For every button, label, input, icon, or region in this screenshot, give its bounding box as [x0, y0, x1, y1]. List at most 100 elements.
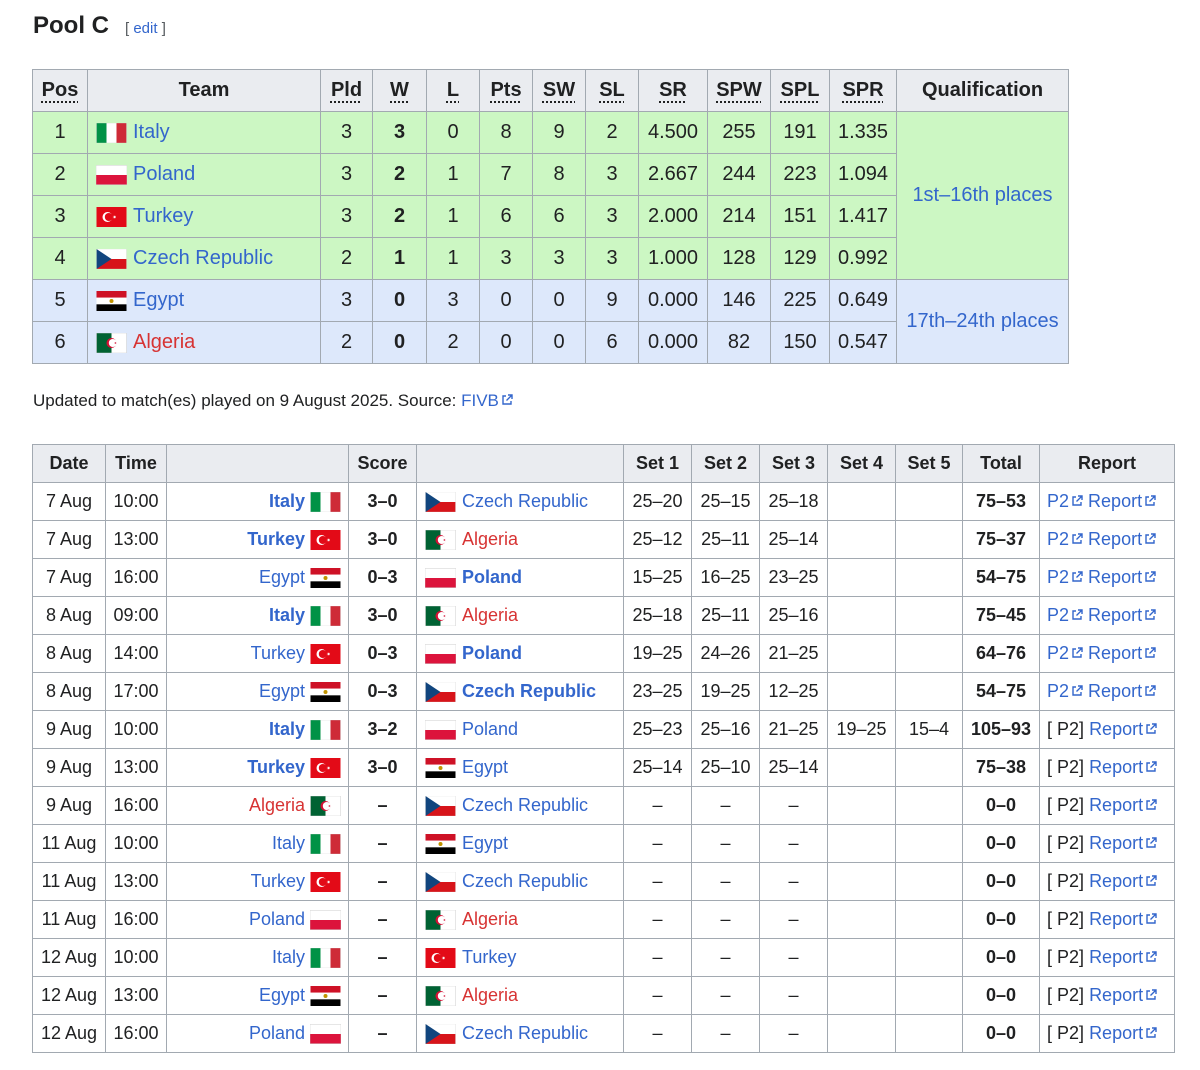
w-cell: 2 [372, 195, 427, 238]
home-team-link[interactable]: Turkey [247, 529, 305, 549]
team-link[interactable]: Poland [133, 163, 195, 185]
p2-bracket-close: ] [1079, 871, 1090, 891]
team-link[interactable]: Algeria [133, 331, 195, 353]
report-link[interactable]: Report [1089, 757, 1157, 777]
report-link[interactable]: Report [1088, 491, 1156, 511]
away-team-link[interactable]: Egypt [462, 757, 508, 777]
external-link-icon [1145, 647, 1156, 658]
away-team-link[interactable]: Algeria [462, 985, 518, 1005]
match-row: 12 Aug 10:00 Italy – Turkey – – –0–0[ P2] Repor… [32, 938, 1175, 977]
total-cell: 0–0 [962, 786, 1040, 825]
score-cell: – [348, 824, 417, 863]
home-team-link[interactable]: Egypt [259, 567, 305, 587]
time-cell: 13:00 [105, 976, 167, 1015]
report-link[interactable]: Report [1088, 605, 1156, 625]
edit-link[interactable]: edit [133, 20, 157, 37]
report-link[interactable]: Report [1089, 947, 1157, 967]
report-link[interactable]: Report [1089, 719, 1157, 739]
team-link[interactable]: Egypt [133, 289, 184, 311]
home-team-link[interactable]: Italy [269, 605, 305, 625]
p2-link[interactable]: P2 [1047, 643, 1083, 663]
header-set3: Set 3 [759, 444, 828, 483]
away-team-link[interactable]: Algeria [462, 909, 518, 929]
away-team-link[interactable]: Turkey [462, 947, 516, 967]
home-team-link[interactable]: Turkey [247, 757, 305, 777]
away-team-link[interactable]: Poland [462, 643, 522, 663]
match-row: 8 Aug 17:00 Egypt 0–3 Czech Republic 23–25 19–… [32, 672, 1175, 711]
away-team-link[interactable]: Algeria [462, 605, 518, 625]
set3-cell: – [759, 976, 828, 1015]
away-team-link[interactable]: Egypt [462, 833, 508, 853]
report-link[interactable]: Report [1089, 985, 1157, 1005]
away-team-link[interactable]: Poland [462, 719, 518, 739]
away-team-link[interactable]: Czech Republic [462, 1023, 588, 1043]
home-team-link[interactable]: Poland [249, 1023, 305, 1043]
home-team-link[interactable]: Turkey [251, 643, 305, 663]
header-sl-label: SL [599, 79, 625, 101]
away-team-link[interactable]: Algeria [462, 529, 518, 549]
set5-cell [895, 482, 963, 521]
away-team-link[interactable]: Czech Republic [462, 491, 588, 511]
report-link[interactable]: Report [1089, 795, 1157, 815]
report-link[interactable]: Report [1088, 643, 1156, 663]
l-cell: 1 [426, 237, 480, 280]
report-link[interactable]: Report [1089, 871, 1157, 891]
set4-cell [827, 1014, 896, 1053]
team-cell: Turkey [87, 195, 321, 238]
team-link[interactable]: Turkey [133, 205, 193, 227]
report-link[interactable]: Report [1088, 567, 1156, 587]
match-row: 8 Aug 14:00 Turkey 0–3 Poland 19–25 24–26 21–25… [32, 634, 1175, 673]
report-link[interactable]: Report [1088, 529, 1156, 549]
p2-link[interactable]: P2 [1047, 605, 1083, 625]
matches-header-row: Date Time Score Set 1 Set 2 Set 3 Set 4 … [32, 444, 1175, 483]
date-cell: 12 Aug [32, 976, 106, 1015]
source-link[interactable]: FIVB [461, 391, 513, 410]
section-heading: Pool C [ edit ] [33, 12, 166, 40]
set4-cell [827, 596, 896, 635]
home-team-link[interactable]: Egypt [259, 985, 305, 1005]
away-team-link[interactable]: Poland [462, 567, 522, 587]
home-team-link[interactable]: Italy [272, 947, 305, 967]
away-team-link[interactable]: Czech Republic [462, 795, 588, 815]
home-team-link[interactable]: Italy [272, 833, 305, 853]
pts-cell: 0 [479, 279, 533, 322]
qualification-link[interactable]: 17th–24th places [906, 310, 1058, 332]
italy-flag-icon [310, 833, 341, 855]
set2-cell: – [691, 900, 760, 939]
home-team-link[interactable]: Algeria [249, 795, 305, 815]
home-team-cell: Egypt [166, 976, 349, 1015]
team-link[interactable]: Italy [133, 121, 170, 143]
home-team-link[interactable]: Egypt [259, 681, 305, 701]
report-link[interactable]: Report [1089, 833, 1157, 853]
spl-cell: 225 [770, 279, 830, 322]
report-link[interactable]: Report [1088, 681, 1156, 701]
away-team-cell: Egypt [416, 748, 624, 787]
qualification-link[interactable]: 1st–16th places [912, 184, 1052, 206]
set2-cell: – [691, 1014, 760, 1053]
set4-cell [827, 748, 896, 787]
team-link[interactable]: Czech Republic [133, 247, 273, 269]
p2-link[interactable]: P2 [1047, 567, 1083, 587]
turkey-flag-icon [310, 872, 341, 893]
away-team-link[interactable]: Czech Republic [462, 681, 596, 701]
home-team-link[interactable]: Italy [269, 491, 305, 511]
p2-link[interactable]: P2 [1047, 529, 1083, 549]
spr-cell: 0.992 [829, 237, 897, 280]
home-team-link[interactable]: Turkey [251, 871, 305, 891]
p2-link[interactable]: P2 [1047, 681, 1083, 701]
page-title: Pool C [33, 12, 109, 39]
home-team-link[interactable]: Italy [269, 719, 305, 739]
home-team-link[interactable]: Poland [249, 909, 305, 929]
away-team-link[interactable]: Czech Republic [462, 871, 588, 891]
match-row: 11 Aug 10:00 Italy – Egypt – – –0–0[ P2] Report [32, 824, 1175, 863]
set2-cell: 24–26 [691, 634, 760, 673]
report-link[interactable]: Report [1089, 1023, 1157, 1043]
report-label: Report [1088, 643, 1143, 663]
p2-link[interactable]: P2 [1047, 491, 1083, 511]
set2-cell: 25–16 [691, 710, 760, 749]
p2-label: P2 [1057, 909, 1080, 929]
report-link[interactable]: Report [1089, 909, 1157, 929]
set3-cell: – [759, 900, 828, 939]
pts-cell: 0 [479, 321, 533, 364]
turkey-flag-icon [310, 758, 341, 779]
